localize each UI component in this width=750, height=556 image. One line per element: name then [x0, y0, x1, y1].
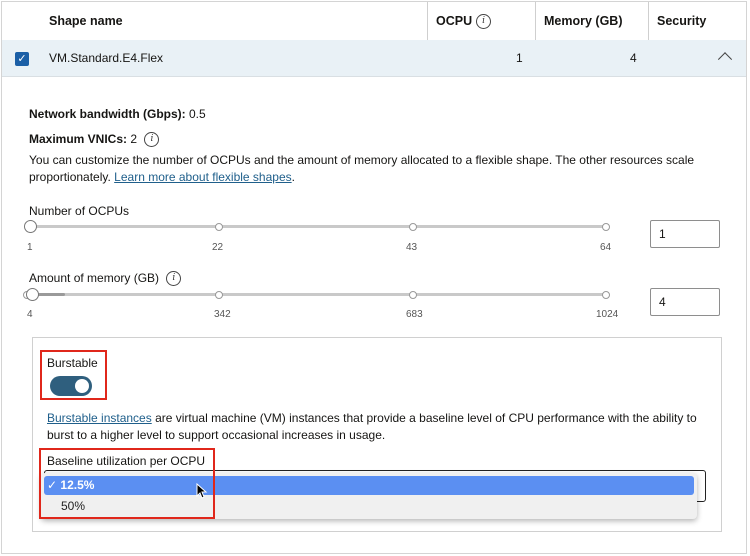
max-vnics-value: 2	[130, 132, 138, 146]
ocpu-slider-track[interactable]	[30, 225, 606, 228]
column-divider	[535, 2, 536, 40]
learn-more-link[interactable]: Learn more about flexible shapes	[114, 170, 291, 184]
ocpu-cell: 1	[516, 51, 523, 65]
slider-tick	[215, 291, 223, 299]
chevron-up-icon[interactable]	[717, 52, 733, 67]
row-checkbox[interactable]: ✓	[15, 52, 29, 66]
memory-slider-label-row: Amount of memory (GB) i	[29, 270, 182, 287]
network-bandwidth: Network bandwidth (Gbps): 0.5	[29, 106, 206, 123]
column-header-memory[interactable]: Memory (GB)	[544, 2, 622, 40]
checkmark-icon: ✓	[17, 53, 27, 65]
memory-slider-label: Amount of memory (GB)	[29, 271, 160, 285]
highlight-box	[39, 448, 215, 519]
info-icon[interactable]: i	[166, 271, 182, 287]
ocpu-tick-label: 22	[212, 242, 224, 253]
table-row[interactable]: ✓ VM.Standard.E4.Flex 1 4	[2, 40, 746, 77]
slider-tick	[409, 223, 417, 231]
ocpu-input[interactable]: 1	[650, 220, 720, 248]
slider-tick	[409, 291, 417, 299]
ocpu-tick-label: 64	[600, 242, 612, 253]
info-icon[interactable]: i	[144, 132, 160, 148]
memory-tick-label: 4	[27, 309, 33, 320]
column-header-shape-name[interactable]: Shape name	[49, 2, 123, 40]
memory-cell: 4	[630, 51, 637, 65]
info-icon[interactable]: i	[476, 14, 492, 30]
memory-tick-label: 342	[214, 309, 231, 320]
burstable-instances-link[interactable]: Burstable instances	[47, 411, 152, 425]
max-vnics-label: Maximum VNICs:	[29, 132, 128, 146]
ocpu-tick-label: 43	[406, 242, 418, 253]
shape-name-cell: VM.Standard.E4.Flex	[49, 51, 164, 65]
slider-tick	[602, 223, 610, 231]
column-header-ocpu[interactable]: OCPU i	[436, 2, 492, 40]
column-divider	[648, 2, 649, 40]
compute-shape-panel: Shape name OCPU i Memory (GB) Security ✓ …	[1, 1, 747, 554]
description-period: .	[291, 170, 295, 184]
memory-input[interactable]: 4	[650, 288, 720, 316]
memory-slider-handle[interactable]	[26, 288, 39, 301]
flexible-shape-description: You can customize the number of OCPUs an…	[29, 152, 729, 186]
memory-tick-label: 1024	[596, 309, 619, 320]
column-header-ocpu-label: OCPU	[436, 14, 473, 28]
slider-tick	[215, 223, 223, 231]
max-vnics: Maximum VNICs: 2 i	[29, 131, 160, 148]
column-header-security[interactable]: Security	[657, 2, 706, 40]
column-divider	[427, 2, 428, 40]
network-bandwidth-label: Network bandwidth (Gbps):	[29, 107, 186, 121]
highlight-box	[40, 350, 107, 400]
table-header: Shape name OCPU i Memory (GB) Security	[2, 2, 746, 41]
burstable-description: Burstable instances are virtual machine …	[47, 410, 707, 444]
ocpu-slider-handle[interactable]	[24, 220, 37, 233]
network-bandwidth-value: 0.5	[189, 107, 206, 121]
ocpu-slider-label: Number of OCPUs	[29, 204, 130, 218]
ocpu-tick-label: 1	[27, 242, 33, 253]
memory-tick-label: 683	[406, 309, 423, 320]
slider-tick	[602, 291, 610, 299]
memory-slider-track[interactable]	[25, 293, 606, 296]
